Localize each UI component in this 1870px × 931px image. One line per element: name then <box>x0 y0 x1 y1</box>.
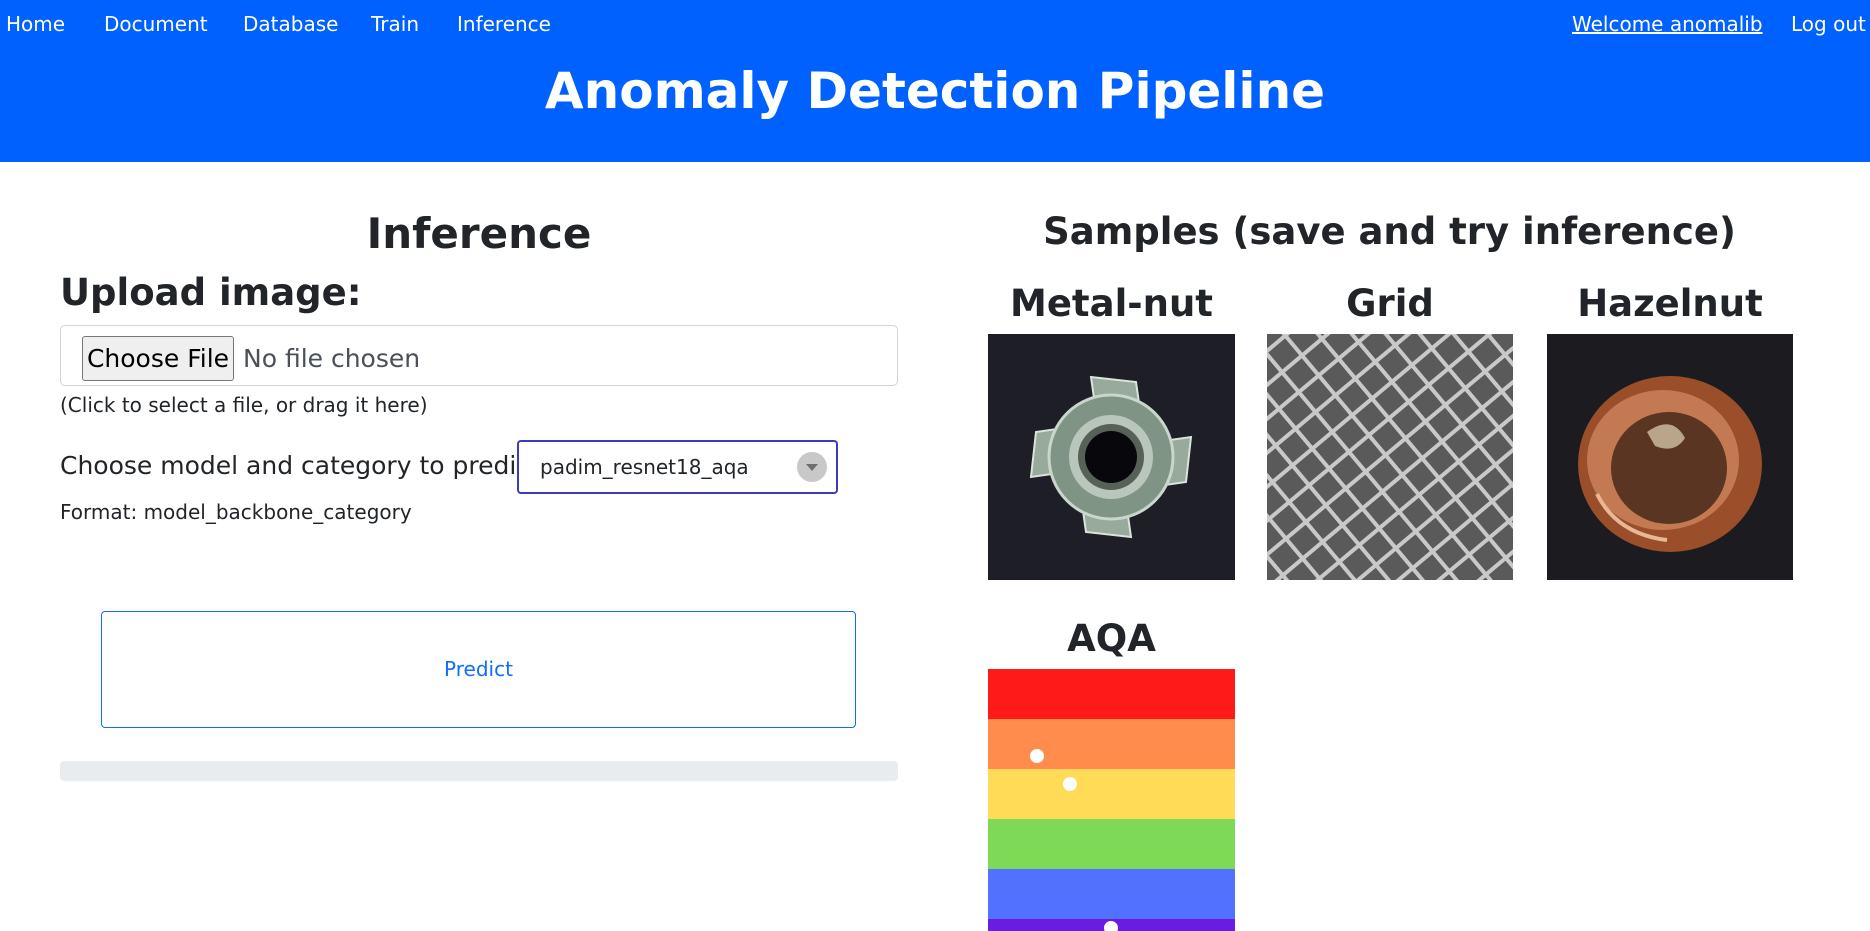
progress-bar <box>60 761 898 781</box>
nav-home-link[interactable]: Home <box>6 10 65 38</box>
sample-image-hazelnut[interactable] <box>1547 334 1793 580</box>
choose-file-button[interactable]: Choose File <box>82 336 234 381</box>
nav-inference-link[interactable]: Inference <box>457 10 551 38</box>
predict-button[interactable]: Predict <box>101 611 856 728</box>
chevron-down-icon[interactable] <box>797 452 827 482</box>
file-upload-field[interactable]: Choose File No file chosen <box>60 325 898 386</box>
top-header: Home Document Database Train Inference W… <box>0 0 1870 162</box>
sample-image-aqa[interactable] <box>988 669 1235 931</box>
upload-image-label: Upload image: <box>60 271 362 314</box>
nav-document-link[interactable]: Document <box>104 10 208 38</box>
nav-train-link[interactable]: Train <box>371 10 419 38</box>
upload-hint: (Click to select a file, or drag it here… <box>60 393 428 417</box>
sample-image-metal-nut[interactable] <box>988 334 1235 580</box>
sample-label-grid: Grid <box>1346 282 1434 325</box>
model-selected-value: padim_resnet18_aqa <box>540 455 749 479</box>
model-category-select[interactable]: padim_resnet18_aqa <box>517 440 838 494</box>
sample-label-metal-nut: Metal-nut <box>1010 282 1213 325</box>
nav-database-link[interactable]: Database <box>243 10 338 38</box>
sample-label-aqa: AQA <box>1067 617 1156 660</box>
nav-welcome-link[interactable]: Welcome anomalib <box>1572 10 1763 38</box>
sample-image-grid[interactable] <box>1267 334 1513 580</box>
inference-heading: Inference <box>366 209 592 258</box>
sample-label-hazelnut: Hazelnut <box>1577 282 1763 325</box>
model-select-label: Choose model and category to predict: <box>60 451 549 480</box>
samples-heading: Samples (save and try inference) <box>1043 210 1736 253</box>
format-note: Format: model_backbone_category <box>60 500 412 524</box>
site-title: Anomaly Detection Pipeline <box>544 62 1326 120</box>
nav-logout-link[interactable]: Log out <box>1791 10 1866 38</box>
no-file-chosen-text: No file chosen <box>243 344 421 373</box>
